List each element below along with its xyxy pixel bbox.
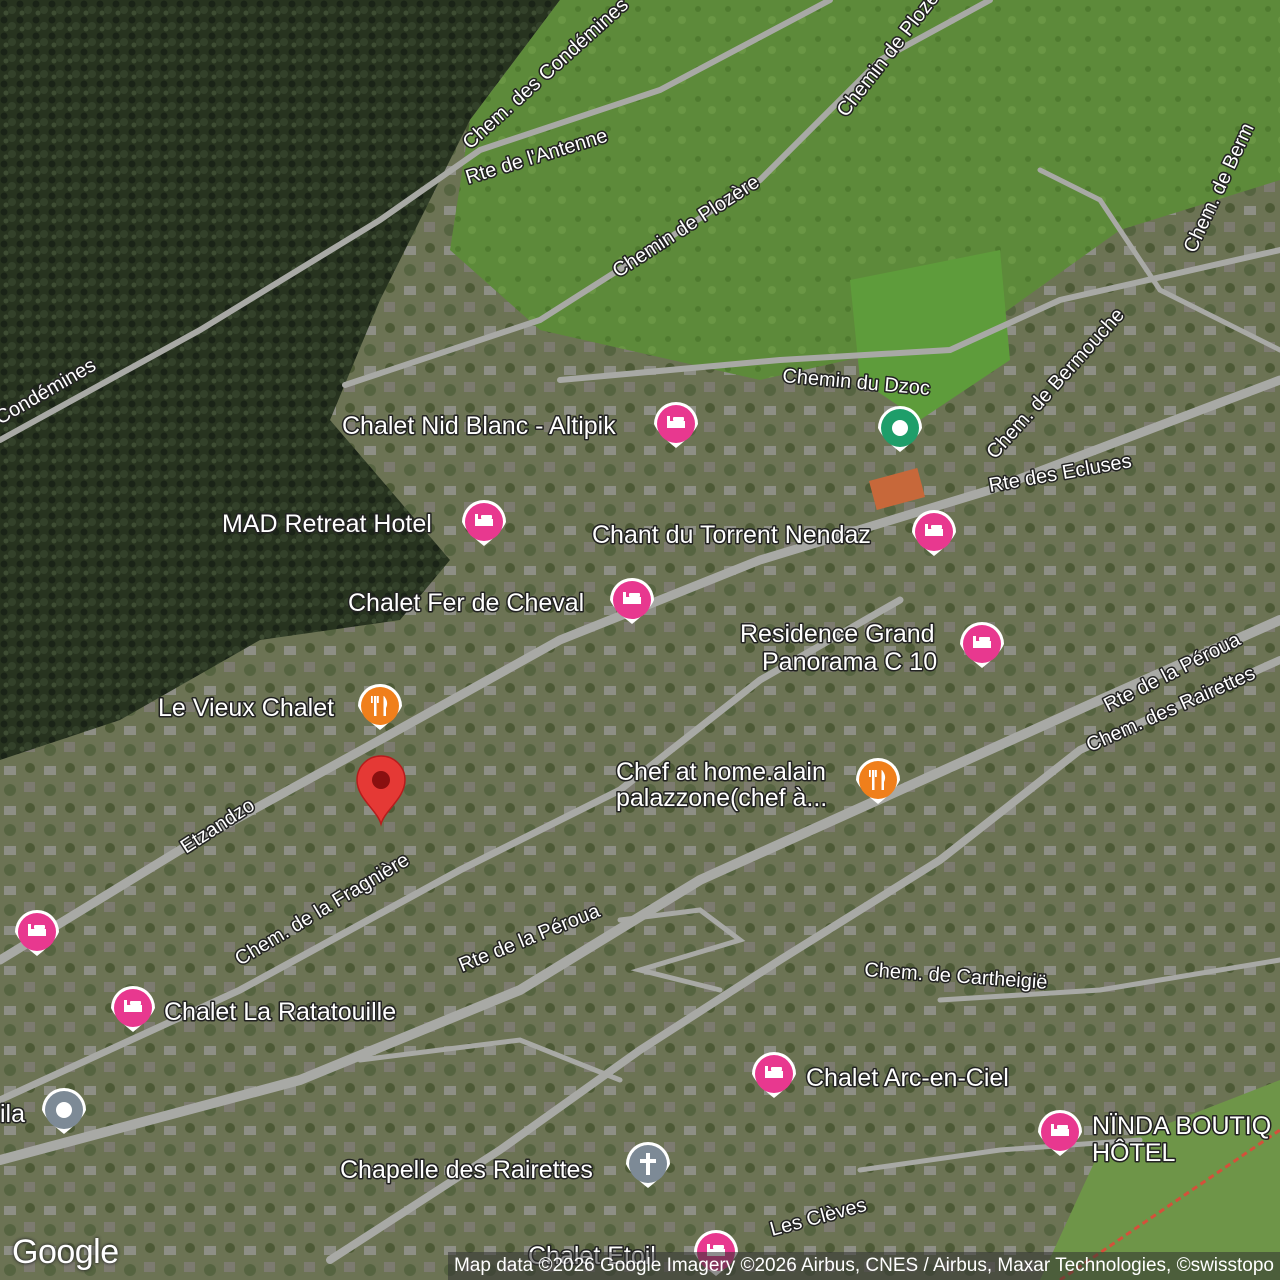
poi-label-residence-grand-panorama[interactable]: Residence Grand	[739, 619, 937, 650]
google-logo: Google	[12, 1233, 119, 1271]
poi-label-chant-du-torrent[interactable]: Chant du Torrent Nendaz	[591, 520, 873, 551]
poi-label-ninda-boutique-2[interactable]: HÔTEL	[1091, 1137, 1177, 1169]
poi-label-mad-retreat[interactable]: MAD Retreat Hotel	[221, 509, 434, 540]
dot-icon	[56, 1102, 72, 1118]
poi-label-ila-place[interactable]: ila	[0, 1099, 27, 1130]
bed-icon	[1051, 1124, 1069, 1136]
poi-label-chapelle-des-rairettes[interactable]: Chapelle des Rairettes	[339, 1155, 595, 1186]
bed-icon	[973, 636, 991, 648]
poi-label-chalet-nid-blanc[interactable]: Chalet Nid Blanc - Altipik	[341, 411, 618, 442]
bed-icon	[28, 924, 46, 936]
poi-label-chalet-fer-de-cheval[interactable]: Chalet Fer de Cheval	[347, 588, 586, 619]
poi-label-chef-at-home-2[interactable]: palazzone(chef à...	[615, 783, 829, 814]
poi-label-chalet-la-ratatouille[interactable]: Chalet La Ratatouille	[163, 997, 398, 1028]
map-canvas[interactable]: Chem. des Condémines Condémines Rte de l…	[0, 0, 1280, 1280]
map-attribution[interactable]: Map data ©2026 Google Imagery ©2026 Airb…	[447, 1252, 1280, 1280]
bed-icon	[475, 514, 493, 526]
bed-icon	[765, 1066, 783, 1078]
poi-label-residence-grand-panorama-2[interactable]: Panorama C 10	[761, 647, 939, 678]
dot-icon	[892, 420, 908, 436]
poi-label-le-vieux-chalet[interactable]: Le Vieux Chalet	[157, 693, 336, 724]
poi-label-chalet-arc-en-ciel[interactable]: Chalet Arc-en-Ciel	[805, 1063, 1011, 1094]
bed-icon	[925, 524, 943, 536]
bed-icon	[667, 416, 685, 428]
bed-icon	[623, 592, 641, 604]
bed-icon	[124, 1000, 142, 1012]
poi-label-ninda-boutique[interactable]: NÏNDA BOUTIQ	[1091, 1111, 1273, 1142]
poi-label-chef-at-home[interactable]: Chef at home.alain	[615, 757, 828, 788]
